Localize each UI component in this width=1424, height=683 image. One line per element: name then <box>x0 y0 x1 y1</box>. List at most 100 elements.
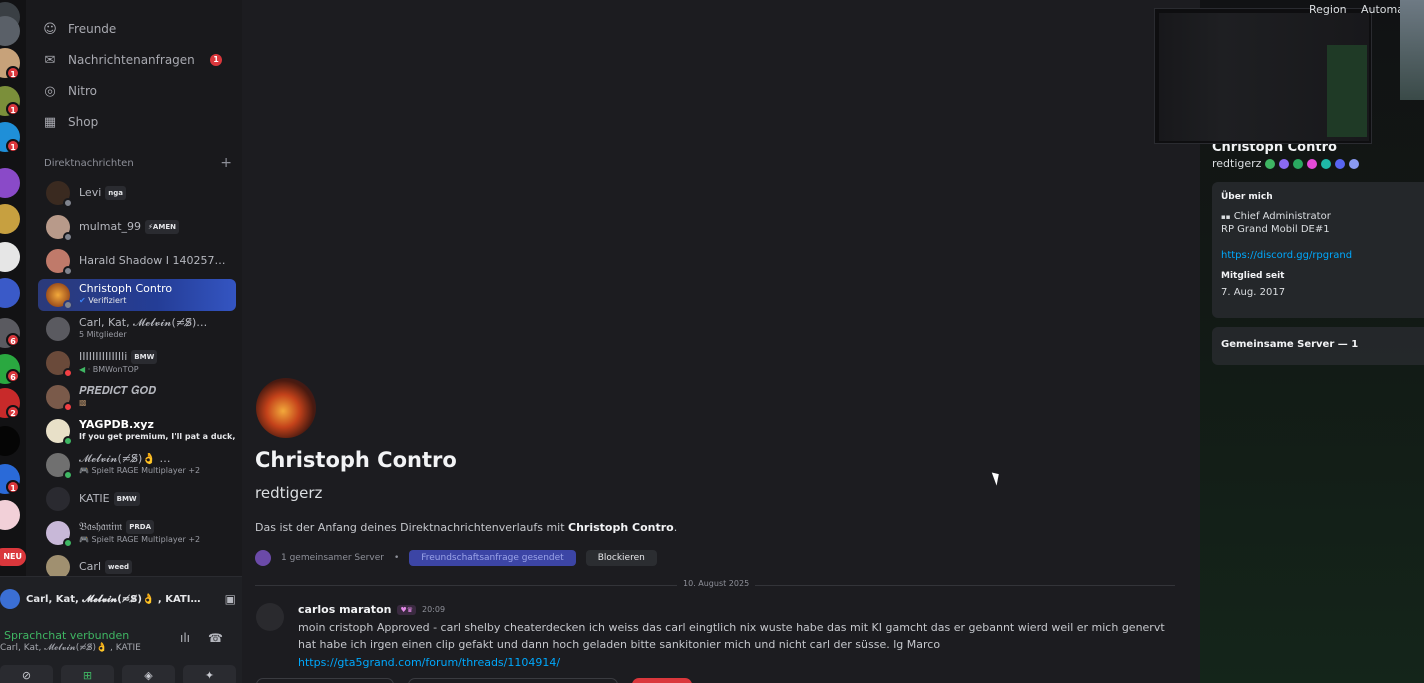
badge-icon[interactable] <box>1307 158 1318 169</box>
badge-icon[interactable] <box>1349 158 1360 169</box>
action-button[interactable] <box>256 678 394 683</box>
avatar <box>46 521 73 548</box>
add-dm-icon[interactable]: + <box>220 156 232 170</box>
effects-button[interactable]: ✦ <box>183 665 236 683</box>
about-link[interactable]: https://discord.gg/rpgrand <box>1221 250 1423 261</box>
dm-item[interactable]: mulmat_99 ⚡AMEN <box>38 211 236 243</box>
activity-button[interactable]: ◈ <box>122 665 175 683</box>
avatar <box>46 487 70 511</box>
message-time: 20:09 <box>422 605 446 614</box>
avatar <box>46 317 70 341</box>
server-tag: nga <box>105 186 126 200</box>
dm-item[interactable]: 𝑷𝑹𝑬𝑫𝑰𝑪𝑻 𝑮𝑶𝑫 ▩ <box>38 381 236 413</box>
avatar <box>46 385 73 412</box>
status-indicator <box>63 436 73 446</box>
about-line: RP Grand Mobil DE#1 <box>1221 224 1330 235</box>
mutual-servers-text[interactable]: 1 gemeinsamer Server <box>281 553 384 563</box>
status-indicator <box>63 300 73 310</box>
server-icon[interactable] <box>0 500 20 530</box>
badge-icon[interactable] <box>1321 158 1332 169</box>
avatar <box>46 283 73 310</box>
active-call[interactable]: Carl, Kat, 𝓜𝓮𝓵𝓿𝓲𝓷(≂̸S̸̷)👌 , KATI… ▣ <box>0 589 236 609</box>
nitro-icon: ◎ <box>44 83 56 99</box>
server-tag: weed <box>105 560 132 574</box>
screen-share-button[interactable]: ⊞ <box>61 665 114 683</box>
dm-item[interactable]: YAGPDB.xyz If you get premium, I'll pat a… <box>38 415 236 447</box>
action-button[interactable] <box>408 678 618 683</box>
profile-avatar[interactable] <box>256 378 316 438</box>
dm-item[interactable]: Harald Shadow I 140257… <box>38 245 236 277</box>
mail-icon: ✉ <box>44 52 56 68</box>
group-avatar <box>0 589 20 609</box>
dm-item[interactable]: 𝔅𝔞𝔰𝔥𝔞𝔫𝔦𝔪 PRDA 🎮 Spielt RAGE Multiplayer +2 <box>38 517 236 549</box>
status-indicator <box>63 470 73 480</box>
webcam-overlay <box>1400 0 1424 100</box>
status-indicator <box>63 266 73 276</box>
panel-username-row: redtigerz <box>1212 157 1360 170</box>
server-tag: BMW <box>113 492 140 506</box>
region-menu[interactable]: Region <box>1309 3 1347 16</box>
badge-icon[interactable] <box>1293 158 1304 169</box>
soundboard-icon[interactable]: ılı <box>180 631 190 645</box>
dm-item[interactable]: Levi nga <box>38 177 236 209</box>
status-indicator <box>63 368 73 378</box>
conversation-intro: Das ist der Anfang deines Direktnachrich… <box>255 521 678 534</box>
status-indicator <box>63 198 73 208</box>
nav-shop[interactable]: ▦ Shop <box>42 108 98 136</box>
screen-share-preview[interactable] <box>1154 8 1372 144</box>
verified-icon: ✔ <box>79 296 86 305</box>
message-link[interactable]: https://gta5grand.com/forum/threads/1104… <box>298 656 560 669</box>
server-icon[interactable] <box>0 242 20 272</box>
friend-request-sent-button[interactable]: Freundschaftsanfrage gesendet <box>409 550 576 566</box>
intro-actions: 1 gemeinsamer Server • Freundschaftsanfr… <box>255 549 657 567</box>
mouse-cursor-icon <box>991 470 1003 486</box>
status-indicator <box>63 232 73 242</box>
friends-icon: ☺ <box>43 21 57 37</box>
mutual-servers-card[interactable]: Gemeinsame Server — 1 <box>1212 327 1424 365</box>
message-avatar[interactable] <box>256 603 284 631</box>
server-tag: ⚡AMEN <box>145 220 179 234</box>
server-icon[interactable] <box>0 204 20 234</box>
badge-icon[interactable] <box>1335 158 1346 169</box>
avatar <box>46 215 73 242</box>
unread-badge: 1 <box>6 139 20 153</box>
server-icon[interactable] <box>0 168 20 198</box>
date-divider: 10. August 2025 <box>255 579 1175 588</box>
server-tag: PRDA <box>126 520 155 534</box>
nav-nitro[interactable]: ◎ Nitro <box>42 77 97 105</box>
badge-icon[interactable] <box>1265 158 1276 169</box>
disconnect-icon[interactable]: ☎ <box>208 631 223 645</box>
dm-item[interactable]: Carl, Kat, 𝓜𝓮𝓵𝓿𝓲𝓷(≂̸S̸̷)… 5 Mitglieder <box>38 313 236 345</box>
bottom-actions <box>256 678 692 683</box>
screen-share-icon[interactable]: ▣ <box>225 592 236 606</box>
nav-message-requests[interactable]: ✉ Nachrichtenanfragen <box>42 46 195 74</box>
status-indicator <box>63 538 73 548</box>
dm-item[interactable]: KATIE BMW <box>38 483 236 515</box>
voice-status[interactable]: Sprachchat verbunden <box>4 629 129 642</box>
voice-buttons: ⊘ ⊞ ◈ ✦ <box>0 665 236 683</box>
shop-icon: ▦ <box>43 114 57 130</box>
badge-icon[interactable] <box>1279 158 1290 169</box>
server-icon[interactable] <box>0 278 20 308</box>
voice-panel: Carl, Kat, 𝓜𝓮𝓵𝓿𝓲𝓷(≂̸S̸̷)👌 , KATI… ▣ Spra… <box>0 576 242 683</box>
nav-friends[interactable]: ☺ Freunde <box>42 15 116 43</box>
unread-badge: 6 <box>6 333 20 347</box>
separator-dot: • <box>393 553 400 563</box>
status-indicator <box>63 402 73 412</box>
avatar <box>46 181 73 208</box>
block-button[interactable]: Blockieren <box>585 550 657 566</box>
about-card: Über mich ▪▪ Chief Administrator RP Gran… <box>1212 182 1424 318</box>
message-header: carlos maraton ♥♛ 20:09 <box>298 603 445 616</box>
dm-item[interactable]: 𝓜𝓮𝓵𝓿𝓲𝓷(≂̸S̸̷)👌 … 🎮 Spielt RAGE Multiplaye… <box>38 449 236 481</box>
dm-item[interactable]: IIIIIIIIIIIIIli BMW ◀ · BMWonTOP <box>38 347 236 379</box>
requests-badge: 1 <box>210 54 222 66</box>
game-icon: 🎮 <box>79 466 89 475</box>
action-button[interactable] <box>632 678 692 683</box>
server-icon[interactable] <box>0 426 20 456</box>
message-author[interactable]: carlos maraton <box>298 603 391 616</box>
dm-item-active[interactable]: Christoph Contro ✔ Verifiziert <box>38 279 236 311</box>
camera-off-button[interactable]: ⊘ <box>0 665 53 683</box>
mutual-server-icon <box>255 550 271 566</box>
avatar <box>46 351 73 378</box>
unread-badge: 1 <box>6 480 20 494</box>
